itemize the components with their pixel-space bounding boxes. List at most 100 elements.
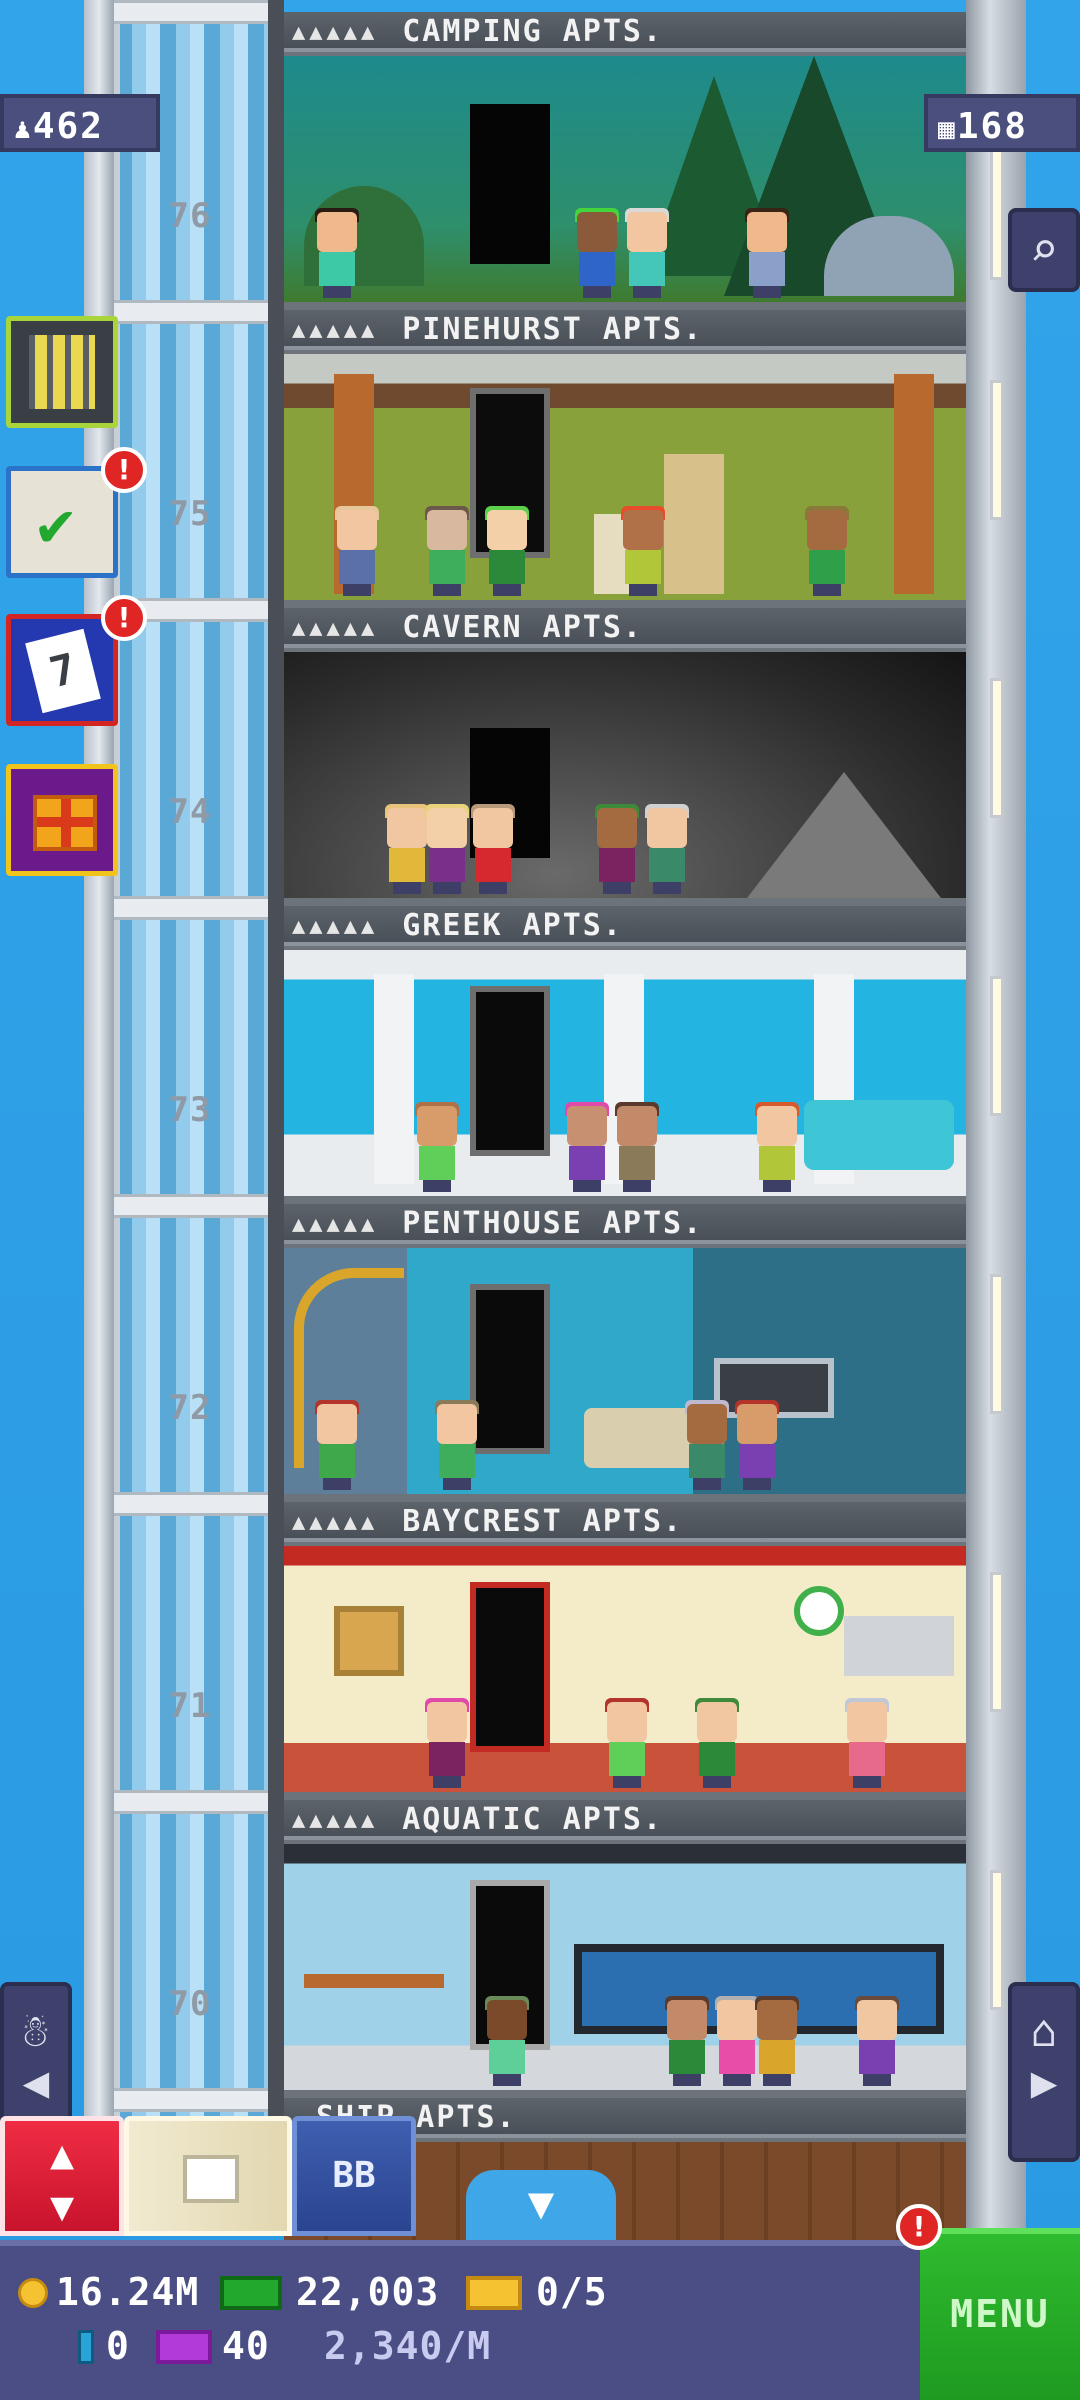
menu-label: MENU — [950, 2292, 1050, 2336]
vip-icon — [78, 2330, 94, 2364]
missions-alert-badge: ! — [101, 447, 147, 493]
floor-camping[interactable]: ▲▲▲▲▲ CAMPING APTS. — [284, 12, 966, 310]
calendar-day: 7 — [44, 643, 82, 698]
bitizen[interactable] — [604, 1698, 650, 1788]
bitizen[interactable] — [434, 1400, 480, 1490]
bitizen[interactable] — [644, 804, 690, 894]
floor-baycrest[interactable]: ▲▲▲▲▲ BAYCREST APTS. — [284, 1502, 966, 1800]
bitizen[interactable] — [664, 1996, 710, 2086]
inventory-button[interactable] — [124, 2116, 292, 2236]
home-icon: ⌂ — [1030, 2006, 1058, 2057]
bitizen[interactable] — [334, 506, 380, 596]
bux-icon — [220, 2276, 282, 2310]
floor-penthouse[interactable]: ▲▲▲▲▲ PENTHOUSE APTS. — [284, 1204, 966, 1502]
bitizen[interactable] — [470, 804, 516, 894]
bitizen[interactable] — [574, 208, 620, 298]
search-icon: ⌕ — [1029, 222, 1059, 278]
bitizen[interactable] — [314, 208, 360, 298]
elevator-icon: ▲ ▼ — [49, 2132, 75, 2230]
income-rate: 2,340/M — [324, 2324, 492, 2368]
population-badge[interactable]: ♟462 — [0, 94, 160, 152]
room-door — [470, 1582, 550, 1752]
bitizen[interactable] — [314, 1400, 360, 1490]
floor-sign-label: AQUATIC APTS. — [402, 1802, 664, 1837]
bitizen[interactable] — [694, 1698, 740, 1788]
search-button[interactable]: ⌕ — [1008, 208, 1080, 292]
floor-number: 75 — [168, 494, 212, 534]
floor-pinehurst[interactable]: ▲▲▲▲▲ PINEHURST APTS. — [284, 310, 966, 608]
floor-count: 168 — [956, 106, 1028, 147]
shaft-band — [114, 896, 274, 920]
floor-cavern[interactable]: ▲▲▲▲▲ CAVERN APTS. — [284, 608, 966, 906]
shelf — [304, 1974, 444, 1988]
floor-number: 72 — [168, 1388, 212, 1428]
shaft-band — [114, 300, 274, 324]
bitizen[interactable] — [744, 208, 790, 298]
bitizen[interactable] — [424, 506, 470, 596]
bitizen[interactable] — [424, 1698, 470, 1788]
population-icon: ♟ — [14, 112, 33, 145]
room-door — [470, 1284, 550, 1454]
bitizen[interactable] — [624, 208, 670, 298]
golden-ticket-icon — [156, 2330, 212, 2364]
bitizen[interactable] — [684, 1400, 730, 1490]
floor-number: 74 — [168, 792, 212, 832]
floors-icon: ▦ — [938, 112, 957, 145]
bitbook-button[interactable]: BB — [292, 2116, 416, 2236]
bitizen[interactable] — [414, 1102, 460, 1192]
bitizen[interactable] — [754, 1996, 800, 2086]
cabinets — [844, 1616, 954, 1676]
window-light — [990, 1870, 1004, 2010]
room-door — [470, 986, 550, 1156]
floor-stars: ▲▲▲▲▲ — [292, 914, 379, 939]
room-penthouse — [284, 1248, 966, 1494]
bitizen[interactable] — [564, 1102, 610, 1192]
bitizen[interactable] — [484, 506, 530, 596]
bitizen[interactable] — [754, 1102, 800, 1192]
marble-column — [374, 974, 414, 1184]
collapse-toolbar-button[interactable]: ▼ — [466, 2170, 616, 2240]
calendar-alert-badge: ! — [101, 595, 147, 641]
bitizen[interactable] — [854, 1996, 900, 2086]
bitizen[interactable] — [424, 804, 470, 894]
calendar-button[interactable]: 7 ! — [6, 595, 147, 726]
floor-number: 70 — [168, 1984, 212, 2024]
bitizen[interactable] — [594, 804, 640, 894]
rock-mound — [744, 772, 944, 898]
floor-stars: ▲▲▲▲▲ — [292, 616, 379, 641]
bitbook-label: BB — [332, 2155, 376, 2196]
build-floor-button[interactable] — [6, 316, 118, 428]
home-nav-right-button[interactable]: ⌂ ▶ — [1008, 1982, 1080, 2162]
menu-alert-badge: ! — [896, 2204, 942, 2250]
floor-aquatic[interactable]: ▲▲▲▲▲ AQUATIC APTS. — [284, 1800, 966, 2098]
floor-number: 76 — [168, 196, 212, 236]
bitizen[interactable] — [484, 1996, 530, 2086]
ticket-icon — [466, 2276, 522, 2310]
bitizen[interactable] — [614, 1102, 660, 1192]
floor-stars: ▲▲▲▲▲ — [292, 20, 379, 45]
floor-sign-label: CAVERN APTS. — [402, 610, 643, 645]
floor-greek[interactable]: ▲▲▲▲▲ GREEK APTS. — [284, 906, 966, 1204]
menu-button[interactable]: MENU — [920, 2228, 1080, 2400]
floors-badge[interactable]: ▦168 — [924, 94, 1080, 152]
bitizen[interactable] — [620, 506, 666, 596]
window-light — [990, 678, 1004, 818]
shaft-band — [114, 2088, 274, 2112]
floor-number: 73 — [168, 1090, 212, 1130]
shaft-band — [114, 1790, 274, 1814]
bux-amount: 22,003 — [296, 2270, 440, 2314]
floor-stars: ▲▲▲▲▲ — [292, 318, 379, 343]
gift-button[interactable] — [6, 764, 118, 876]
bitizen[interactable] — [844, 1698, 890, 1788]
building-icon — [29, 335, 95, 409]
elevator-button[interactable]: ▲ ▼ — [0, 2116, 124, 2236]
floor-stars: ▲▲▲▲▲ — [292, 1808, 379, 1833]
window-light — [990, 1572, 1004, 1712]
floor-stars: ▲▲▲▲▲ — [292, 1212, 379, 1237]
floor-sign-label: PENTHOUSE APTS. — [402, 1206, 704, 1241]
window-light — [990, 140, 1004, 280]
bitizen[interactable] — [734, 1400, 780, 1490]
vip-amount: 0 — [106, 2324, 130, 2368]
bitizen[interactable] — [804, 506, 850, 596]
missions-button[interactable]: ✔ ! — [6, 447, 147, 578]
